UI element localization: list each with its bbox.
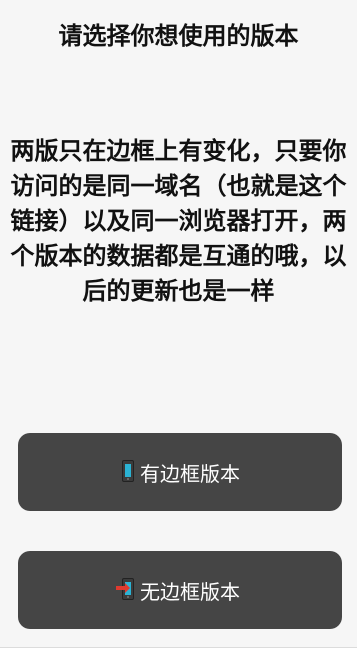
bordered-version-button[interactable]: 有边框版本 (18, 433, 342, 511)
description-text: 两版只在边框上有变化，只要你访问的是同一域名（也就是这个链接）以及同一浏览器打开… (10, 137, 347, 305)
mobile-phone-icon (120, 460, 136, 484)
mobile-phone-arrow-icon (116, 578, 136, 602)
page-title: 请选择你想使用的版本 (58, 22, 299, 50)
bordered-version-label: 有边框版本 (140, 461, 240, 486)
version-select-page: 请选择你想使用的版本 两版只在边框上有变化，只要你访问的是同一域名（也就是这个链… (0, 0, 357, 648)
borderless-version-label: 无边框版本 (140, 579, 240, 604)
borderless-version-button[interactable]: 无边框版本 (18, 551, 342, 629)
